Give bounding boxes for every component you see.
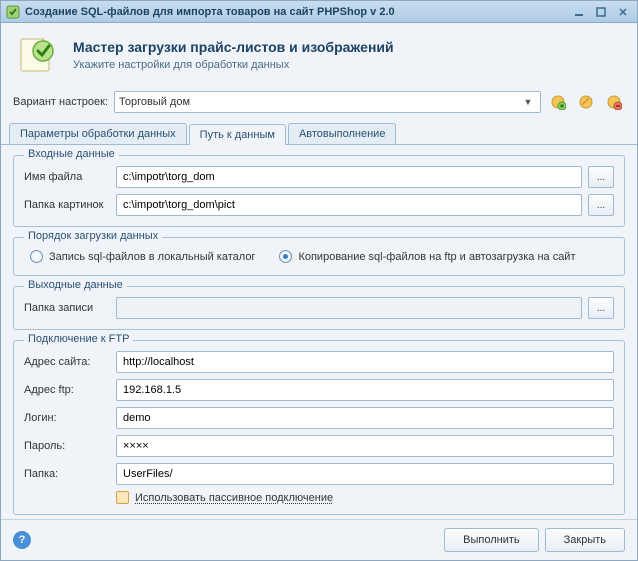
window-title: Создание SQL-файлов для импорта товаров … <box>25 6 567 18</box>
settings-variant-select[interactable]: Торговый дом ▼ <box>114 91 541 113</box>
chevron-down-icon: ▼ <box>520 97 536 107</box>
radio-local-label: Запись sql-файлов в локальный каталог <box>49 251 255 263</box>
ftp-folder-label: Папка: <box>24 468 110 480</box>
output-folder-browse-button[interactable]: ... <box>588 297 614 319</box>
radio-local-catalog[interactable]: Запись sql-файлов в локальный каталог <box>30 250 255 263</box>
settings-variant-label: Вариант настроек: <box>13 96 108 108</box>
wizard-subtitle: Укажите настройки для обработки данных <box>73 59 625 71</box>
minimize-button[interactable] <box>569 4 589 20</box>
tab-autorun[interactable]: Автовыполнение <box>288 123 397 144</box>
radio-ftp-upload[interactable]: Копирование sql-файлов на ftp и автозагр… <box>279 250 575 263</box>
pic-folder-input[interactable] <box>116 194 582 216</box>
load-order-group: Порядок загрузки данных Запись sql-файло… <box>13 237 625 276</box>
ftp-address-label: Адрес ftp: <box>24 384 110 396</box>
tab-bar: Параметры обработки данных Путь к данным… <box>1 123 637 145</box>
output-data-group: Выходные данные Папка записи ... <box>13 286 625 330</box>
ftp-group: Подключение к FTP Адрес сайта: Адрес ftp… <box>13 340 625 515</box>
app-icon <box>5 4 21 20</box>
login-input[interactable] <box>116 407 614 429</box>
tab-processing-params[interactable]: Параметры обработки данных <box>9 123 187 144</box>
radio-icon <box>279 250 292 263</box>
footer: ? Выполнить Закрыть <box>1 519 637 560</box>
wizard-icon <box>13 31 61 79</box>
passive-mode-checkbox[interactable] <box>116 491 129 504</box>
tab-content: Входные данные Имя файла ... Папка карти… <box>1 145 637 519</box>
settings-edit-button[interactable] <box>575 91 597 113</box>
wizard-title: Мастер загрузки прайс-листов и изображен… <box>73 39 625 55</box>
site-address-input[interactable] <box>116 351 614 373</box>
output-data-legend: Выходные данные <box>24 279 127 291</box>
site-address-label: Адрес сайта: <box>24 356 110 368</box>
wizard-header: Мастер загрузки прайс-листов и изображен… <box>1 23 637 87</box>
ftp-legend: Подключение к FTP <box>24 333 133 345</box>
radio-ftp-label: Копирование sql-файлов на ftp и автозагр… <box>298 251 575 263</box>
tab-data-path[interactable]: Путь к данным <box>189 124 286 145</box>
help-icon[interactable]: ? <box>13 531 31 549</box>
app-window: Создание SQL-файлов для импорта товаров … <box>0 0 638 561</box>
load-order-legend: Порядок загрузки данных <box>24 230 162 242</box>
radio-icon <box>30 250 43 263</box>
settings-add-button[interactable] <box>547 91 569 113</box>
input-data-group: Входные данные Имя файла ... Папка карти… <box>13 155 625 227</box>
file-name-input[interactable] <box>116 166 582 188</box>
passive-mode-label[interactable]: Использовать пассивное подключение <box>135 492 333 504</box>
file-name-label: Имя файла <box>24 171 110 183</box>
password-input[interactable] <box>116 435 614 457</box>
pic-folder-browse-button[interactable]: ... <box>588 194 614 216</box>
close-button[interactable] <box>613 4 633 20</box>
output-folder-label: Папка записи <box>24 302 110 314</box>
login-label: Логин: <box>24 412 110 424</box>
ftp-folder-input[interactable] <box>116 463 614 485</box>
close-dialog-button[interactable]: Закрыть <box>545 528 625 552</box>
run-button[interactable]: Выполнить <box>444 528 538 552</box>
file-name-browse-button[interactable]: ... <box>588 166 614 188</box>
input-data-legend: Входные данные <box>24 148 119 160</box>
settings-variant-value: Торговый дом <box>119 96 190 108</box>
maximize-button[interactable] <box>591 4 611 20</box>
password-label: Пароль: <box>24 440 110 452</box>
titlebar: Создание SQL-файлов для импорта товаров … <box>1 1 637 23</box>
ftp-address-input[interactable] <box>116 379 614 401</box>
settings-row: Вариант настроек: Торговый дом ▼ <box>1 87 637 121</box>
settings-delete-button[interactable] <box>603 91 625 113</box>
output-folder-input <box>116 297 582 319</box>
pic-folder-label: Папка картинок <box>24 199 110 211</box>
